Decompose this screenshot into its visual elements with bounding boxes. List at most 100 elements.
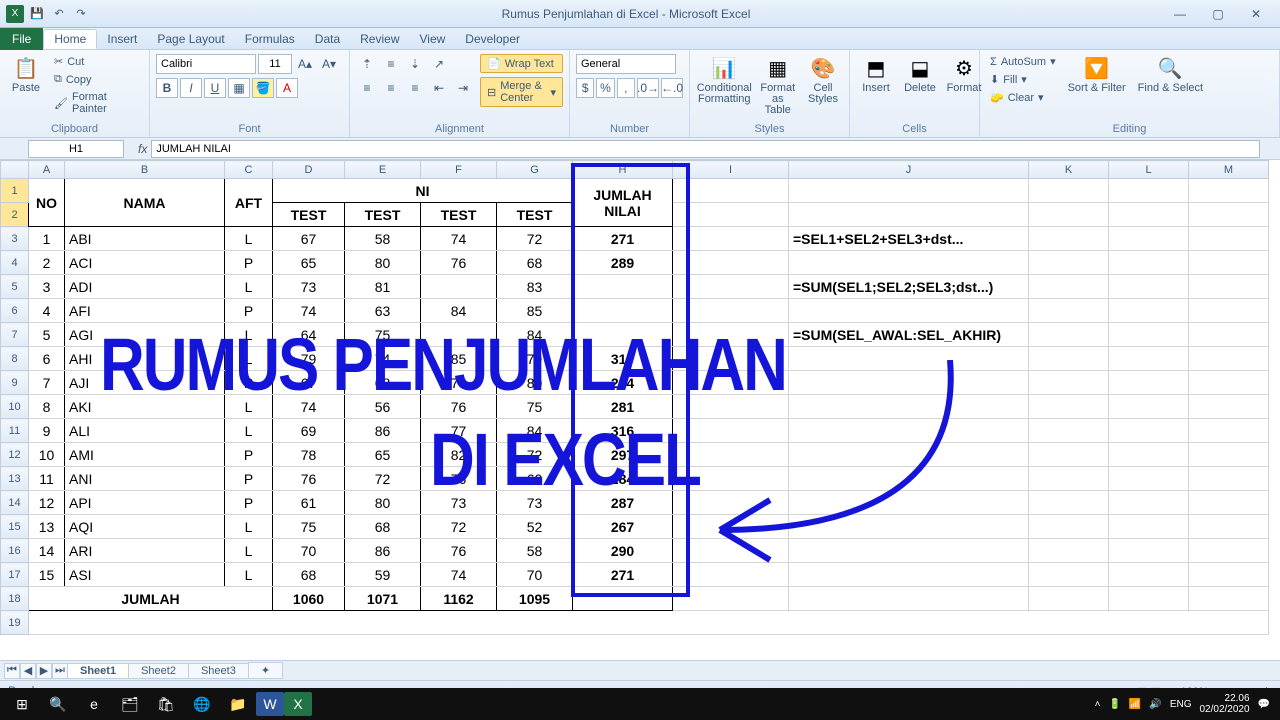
- cell[interactable]: [673, 587, 789, 611]
- cell[interactable]: [673, 443, 789, 467]
- cell[interactable]: [1029, 587, 1109, 611]
- font-color-button[interactable]: A: [276, 78, 298, 98]
- cell[interactable]: [673, 227, 789, 251]
- cell[interactable]: 84: [497, 323, 573, 347]
- col-header[interactable]: C: [225, 161, 273, 179]
- cell[interactable]: 74: [345, 347, 421, 371]
- cell[interactable]: 77: [421, 419, 497, 443]
- cell[interactable]: 8: [29, 395, 65, 419]
- cell[interactable]: 73: [273, 275, 345, 299]
- cell[interactable]: TEST: [273, 203, 345, 227]
- indent-dec-icon[interactable]: ⇤: [428, 78, 450, 98]
- cell[interactable]: 289: [573, 251, 673, 275]
- cell[interactable]: 83: [497, 275, 573, 299]
- cell[interactable]: [789, 539, 1029, 563]
- cell[interactable]: [1029, 299, 1109, 323]
- cell[interactable]: [1109, 347, 1189, 371]
- file-explorer-icon[interactable]: 🗂: [112, 690, 148, 718]
- cell[interactable]: 74: [421, 563, 497, 587]
- cell[interactable]: 58: [497, 539, 573, 563]
- cell[interactable]: 65: [345, 443, 421, 467]
- cell[interactable]: 290: [573, 539, 673, 563]
- cell[interactable]: NAMA: [65, 179, 225, 227]
- cell[interactable]: [673, 539, 789, 563]
- cell[interactable]: 7: [29, 371, 65, 395]
- cell[interactable]: [1189, 491, 1269, 515]
- cell[interactable]: [789, 371, 1029, 395]
- cell[interactable]: [1109, 539, 1189, 563]
- close-button[interactable]: ✕: [1238, 3, 1274, 25]
- cell[interactable]: 1060: [273, 587, 345, 611]
- cell[interactable]: [1029, 491, 1109, 515]
- paste-button[interactable]: 📋Paste: [6, 54, 46, 96]
- cell[interactable]: [673, 563, 789, 587]
- cell[interactable]: 58: [345, 227, 421, 251]
- notifications-icon[interactable]: 💬: [1258, 699, 1270, 710]
- cell[interactable]: ALI: [65, 419, 225, 443]
- cell[interactable]: 294: [573, 371, 673, 395]
- format-painter-button[interactable]: 🖌 Format Painter: [50, 90, 143, 116]
- cell[interactable]: JUMLAH: [29, 587, 273, 611]
- fill-color-button[interactable]: 🪣: [252, 78, 274, 98]
- tab-developer[interactable]: Developer: [455, 30, 530, 48]
- sheet-tab[interactable]: Sheet3: [188, 663, 249, 679]
- row-header[interactable]: 19: [1, 611, 29, 635]
- cell[interactable]: [1109, 467, 1189, 491]
- cell[interactable]: 317: [573, 347, 673, 371]
- italic-button[interactable]: I: [180, 78, 202, 98]
- percent-icon[interactable]: %: [596, 78, 614, 98]
- cell[interactable]: 68: [497, 251, 573, 275]
- cell[interactable]: 76: [421, 467, 497, 491]
- cell[interactable]: 68: [345, 515, 421, 539]
- cell[interactable]: 86: [345, 419, 421, 443]
- cell[interactable]: [1029, 563, 1109, 587]
- battery-icon[interactable]: 🔋: [1108, 699, 1120, 710]
- cell[interactable]: [1109, 371, 1189, 395]
- cell[interactable]: [1029, 443, 1109, 467]
- cell[interactable]: [573, 323, 673, 347]
- cell[interactable]: 281: [573, 395, 673, 419]
- cell[interactable]: 67: [273, 227, 345, 251]
- cell[interactable]: [673, 251, 789, 275]
- cell[interactable]: AHI: [65, 347, 225, 371]
- cell[interactable]: [789, 467, 1029, 491]
- chrome-icon[interactable]: 🌐: [184, 690, 220, 718]
- select-all-corner[interactable]: [1, 161, 29, 179]
- cell[interactable]: P: [225, 443, 273, 467]
- indent-inc-icon[interactable]: ⇥: [452, 78, 474, 98]
- cell[interactable]: 3: [29, 275, 65, 299]
- cell[interactable]: [1029, 251, 1109, 275]
- cell[interactable]: [1109, 443, 1189, 467]
- cell[interactable]: [1029, 395, 1109, 419]
- cell[interactable]: TEST: [345, 203, 421, 227]
- cell[interactable]: [789, 299, 1029, 323]
- number-format-select[interactable]: [576, 54, 676, 74]
- font-name-input[interactable]: [156, 54, 256, 74]
- align-right-icon[interactable]: ≡: [404, 78, 426, 98]
- comma-icon[interactable]: ,: [617, 78, 635, 98]
- cell[interactable]: 1071: [345, 587, 421, 611]
- cell[interactable]: [789, 443, 1029, 467]
- underline-button[interactable]: U: [204, 78, 226, 98]
- cell[interactable]: [673, 323, 789, 347]
- cut-button[interactable]: ✂ Cut: [50, 54, 143, 69]
- cell[interactable]: AKI: [65, 395, 225, 419]
- cell[interactable]: [789, 515, 1029, 539]
- cell[interactable]: TEST: [497, 203, 573, 227]
- cell[interactable]: [1189, 203, 1269, 227]
- cell[interactable]: AFI: [65, 299, 225, 323]
- tab-formulas[interactable]: Formulas: [235, 30, 305, 48]
- cell[interactable]: [1189, 299, 1269, 323]
- row-header[interactable]: 13: [1, 467, 29, 491]
- cell[interactable]: 70: [497, 563, 573, 587]
- cell[interactable]: API: [65, 491, 225, 515]
- language-indicator[interactable]: ENG: [1170, 699, 1192, 710]
- cell[interactable]: 75: [497, 395, 573, 419]
- cell[interactable]: 72: [497, 443, 573, 467]
- cell[interactable]: ABI: [65, 227, 225, 251]
- cell[interactable]: [789, 491, 1029, 515]
- cell[interactable]: [789, 251, 1029, 275]
- sheet-nav-prev[interactable]: ◀: [20, 663, 36, 679]
- clear-button[interactable]: 🧽 Clear ▾: [986, 90, 1060, 105]
- cell[interactable]: 61: [273, 491, 345, 515]
